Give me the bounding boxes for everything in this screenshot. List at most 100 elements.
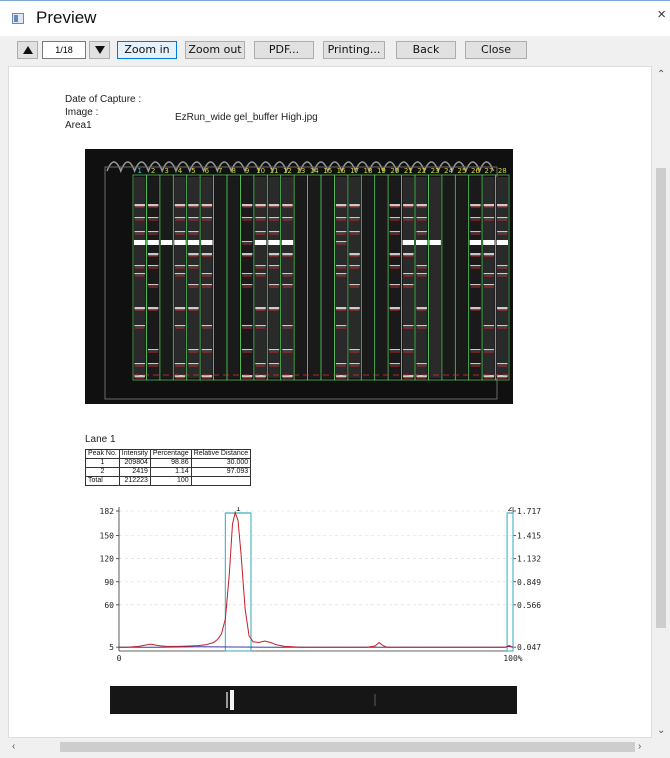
horizontal-scrollbar[interactable]: ‹ › [8, 738, 652, 756]
lane-label: 3 [164, 167, 168, 175]
gel-band [349, 284, 360, 286]
gel-band [389, 284, 401, 286]
column-header: Intensity [118, 449, 151, 459]
gel-band [497, 273, 508, 275]
gel-band [497, 265, 508, 267]
previous-page-button[interactable] [17, 41, 38, 59]
scroll-left-icon[interactable]: ‹ [12, 742, 15, 752]
lane-label: 12 [283, 167, 292, 175]
lane-label: 20 [390, 167, 399, 175]
gel-band [241, 217, 253, 219]
gel-band [335, 363, 347, 365]
gel-band [470, 349, 481, 351]
zoom-in-button[interactable]: Zoom in [117, 41, 177, 59]
pdf-button[interactable]: PDF... [254, 41, 314, 59]
window-icon [12, 13, 24, 24]
gel-band [134, 363, 145, 365]
y-right-tick-label: 0.849 [517, 578, 541, 587]
gel-band [134, 273, 145, 275]
gel-band [416, 231, 427, 233]
vertical-scroll-thumb[interactable] [656, 168, 666, 628]
y-left-tick-label: 150 [100, 532, 115, 541]
lane-smear [362, 177, 374, 378]
gel-band [403, 273, 414, 275]
gel-band [349, 217, 360, 219]
preview-page[interactable]: Date of Capture : Image : EzRun_wide gel… [8, 66, 652, 738]
lane-smear [308, 177, 320, 378]
vertical-scrollbar[interactable]: ⌃ ⌄ [652, 66, 670, 738]
gel-band [349, 204, 360, 207]
scroll-down-icon[interactable]: ⌄ [657, 726, 665, 736]
toolbar: 1/18 Zoom in Zoom out PDF... Printing...… [0, 36, 670, 64]
title-bar: Preview × [0, 0, 670, 36]
lane-label: 9 [245, 167, 249, 175]
gel-band [147, 363, 159, 365]
gel-band [188, 284, 199, 286]
gel-band [389, 363, 401, 365]
strip-band [230, 690, 234, 710]
gel-band [241, 204, 253, 207]
lane-title: Lane 1 [85, 434, 116, 445]
gel-band [497, 363, 508, 365]
gel-band [241, 284, 253, 286]
next-page-button[interactable] [89, 41, 110, 59]
gel-band [188, 363, 199, 365]
gel-band [335, 325, 347, 327]
table-cell: 2 [85, 467, 120, 477]
gel-band [335, 241, 347, 243]
gel-band [416, 240, 428, 245]
scroll-up-icon[interactable]: ⌃ [657, 70, 665, 80]
gel-band [147, 307, 159, 310]
gel-band [416, 204, 427, 207]
gel-band [416, 217, 427, 219]
gel-band [174, 240, 186, 245]
lane-label: 23 [431, 167, 440, 175]
gel-band [160, 240, 173, 245]
table-cell: 209804 [118, 458, 151, 468]
y-left-tick-label: 120 [100, 555, 115, 564]
close-window-icon[interactable]: × [657, 5, 666, 25]
back-button[interactable]: Back [396, 41, 456, 59]
gel-band [187, 240, 200, 245]
gel-band [416, 265, 427, 267]
table-header-row: Peak No. Intensity Percentage Relative D… [85, 449, 252, 459]
gel-band [147, 217, 159, 219]
gel-band [470, 307, 481, 310]
gel-band [201, 349, 213, 351]
gel-band [416, 307, 427, 310]
gel-band [389, 307, 401, 310]
gel-band [416, 363, 427, 365]
horizontal-scroll-thumb[interactable] [60, 742, 635, 752]
gel-band [389, 349, 401, 351]
printing-button[interactable]: Printing... [323, 41, 385, 59]
image-label: Image : [65, 107, 99, 118]
lane-smear [375, 177, 388, 378]
gel-band [403, 349, 414, 351]
gel-band [470, 217, 481, 219]
gel-band [483, 204, 495, 207]
lane-label: 4 [178, 167, 183, 175]
gel-band [201, 217, 213, 219]
gel-band [188, 307, 199, 310]
gel-band [281, 240, 294, 245]
gel-band [254, 240, 267, 245]
gel-band [282, 253, 293, 256]
gel-band [403, 253, 414, 256]
gel-band [483, 253, 495, 256]
lane-profile-chart: 182 1.717150 1.415120 1.13290 0.84960 0.5665 0… [100, 507, 541, 663]
gel-band [174, 363, 186, 365]
gel-band [483, 240, 495, 245]
gel-band [147, 231, 159, 233]
gel-band [188, 231, 199, 233]
page-up-icon [23, 46, 33, 54]
gel-band [483, 284, 495, 286]
zoom-out-button[interactable]: Zoom out [185, 41, 245, 59]
page-indicator[interactable]: 1/18 [42, 41, 86, 59]
y-left-tick-label: 5 [109, 643, 114, 652]
gel-band [282, 204, 293, 207]
gel-band [201, 325, 213, 327]
scroll-right-icon[interactable]: › [638, 742, 641, 752]
lane-label: 28 [498, 167, 507, 175]
gel-band [268, 240, 280, 245]
close-button[interactable]: Close [465, 41, 527, 59]
